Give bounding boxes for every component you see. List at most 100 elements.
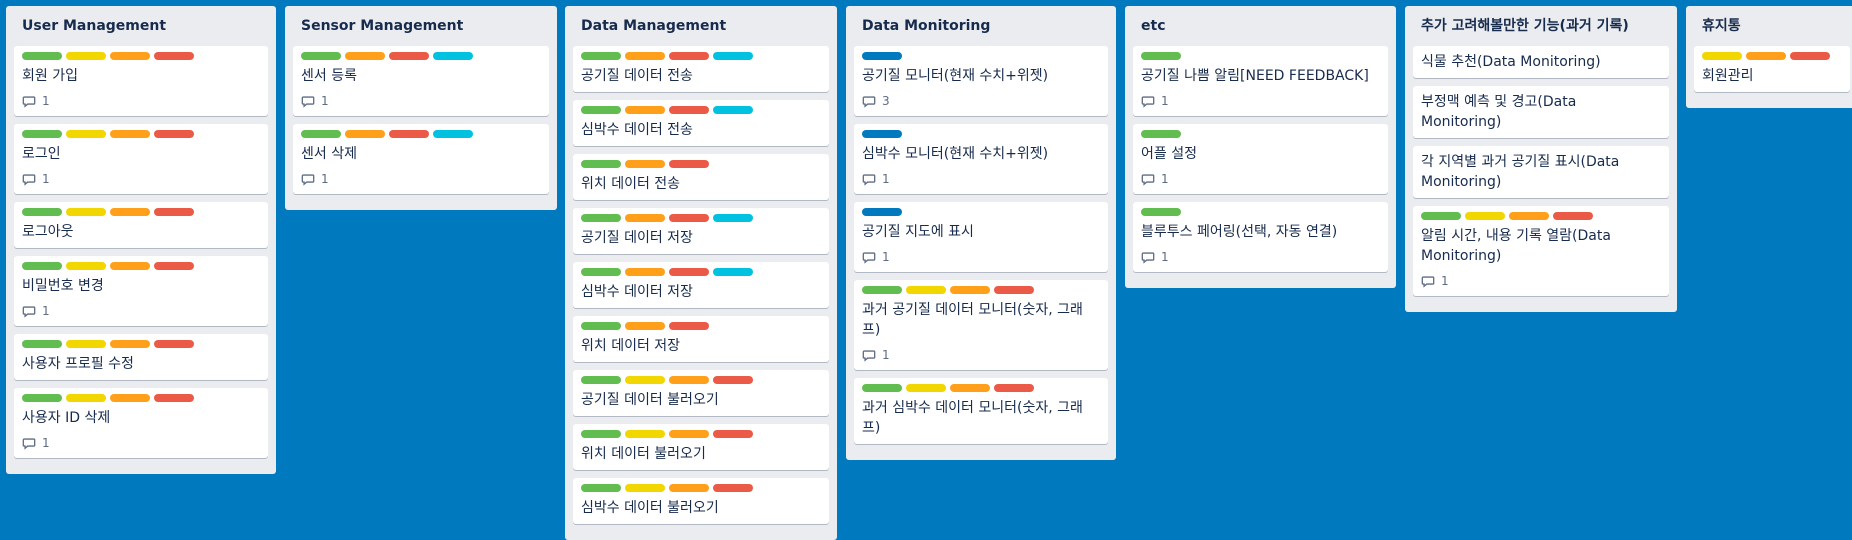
label-green: [22, 394, 62, 402]
card-badges: 1: [22, 302, 260, 320]
list-title[interactable]: Sensor Management: [293, 6, 549, 46]
comment-badge: 1: [862, 348, 890, 362]
comment-badge: 1: [1421, 274, 1449, 288]
card[interactable]: 회원관리: [1694, 46, 1850, 92]
label-orange: [110, 394, 150, 402]
label-red: [154, 262, 194, 270]
label-sky: [713, 214, 753, 222]
card[interactable]: 식물 추천(Data Monitoring): [1413, 46, 1669, 78]
card[interactable]: 로그인 1: [14, 124, 268, 194]
list-sensor-management: Sensor Management 센서 등록 1 센서 삭제 1: [285, 6, 557, 210]
label-green: [581, 484, 621, 492]
card[interactable]: 각 지역별 과거 공기질 표시(Data Monitoring): [1413, 146, 1669, 198]
card[interactable]: 비밀번호 변경 1: [14, 256, 268, 326]
card[interactable]: 센서 등록 1: [293, 46, 549, 116]
card[interactable]: 부정맥 예측 및 경고(Data Monitoring): [1413, 86, 1669, 138]
label-orange: [950, 384, 990, 392]
card-labels: [581, 214, 821, 222]
card-title: 과거 심박수 데이터 모니터(숫자, 그래프): [862, 400, 1083, 436]
label-yellow: [625, 376, 665, 384]
label-orange: [1509, 212, 1549, 220]
label-red: [994, 384, 1034, 392]
card-title: 공기질 데이터 저장: [581, 230, 693, 246]
label-red: [669, 322, 709, 330]
card-labels: [1141, 130, 1380, 138]
card-title: 회원 가입: [22, 68, 78, 84]
label-yellow: [625, 430, 665, 438]
card[interactable]: 심박수 데이터 저장: [573, 262, 829, 308]
card[interactable]: 사용자 ID 삭제 1: [14, 388, 268, 458]
card[interactable]: 공기질 데이터 전송: [573, 46, 829, 92]
label-yellow: [66, 262, 106, 270]
comment-badge: 1: [1141, 172, 1169, 186]
label-orange: [110, 340, 150, 348]
card[interactable]: 로그아웃: [14, 202, 268, 248]
label-orange: [345, 52, 385, 60]
list-title[interactable]: User Management: [14, 6, 268, 46]
comment-icon: [22, 436, 42, 450]
label-sky: [713, 268, 753, 276]
label-green: [581, 268, 621, 276]
card[interactable]: 공기질 지도에 표시 1: [854, 202, 1108, 272]
card[interactable]: 알림 시간, 내용 기록 열람(Data Monitoring) 1: [1413, 206, 1669, 296]
card-labels: [581, 430, 821, 438]
card-labels: [862, 52, 1100, 60]
comment-count: 1: [1161, 172, 1169, 186]
card[interactable]: 과거 공기질 데이터 모니터(숫자, 그래프) 1: [854, 280, 1108, 370]
card-labels: [581, 484, 821, 492]
comment-icon: [1141, 250, 1161, 264]
comment-badge: 1: [862, 172, 890, 186]
card-badges: 1: [862, 346, 1100, 364]
card[interactable]: 심박수 모니터(현재 수치+위젯) 1: [854, 124, 1108, 194]
list-title[interactable]: Data Management: [573, 6, 829, 46]
card-title: 심박수 데이터 불러오기: [581, 500, 719, 516]
label-green: [862, 286, 902, 294]
label-green: [581, 430, 621, 438]
comment-icon: [1141, 172, 1161, 186]
card[interactable]: 위치 데이터 전송: [573, 154, 829, 200]
card-labels: [22, 52, 260, 60]
card[interactable]: 센서 삭제 1: [293, 124, 549, 194]
label-red: [1553, 212, 1593, 220]
card[interactable]: 심박수 데이터 전송: [573, 100, 829, 146]
list-user-management: User Management 회원 가입 1 로그인 1 로그아웃 비밀번호 변경 1 사용자…: [6, 6, 276, 474]
card-title: 부정맥 예측 및 경고(Data Monitoring): [1421, 94, 1577, 130]
comment-count: 1: [882, 348, 890, 362]
card[interactable]: 위치 데이터 불러오기: [573, 424, 829, 470]
card-labels: [862, 384, 1100, 392]
label-blue: [862, 208, 902, 216]
card-title: 블루투스 페어링(선택, 자동 연결): [1141, 224, 1338, 240]
comment-icon: [1141, 94, 1161, 108]
comment-badge: 1: [301, 94, 329, 108]
card-title: 알림 시간, 내용 기록 열람(Data Monitoring): [1421, 228, 1611, 264]
label-red: [1790, 52, 1830, 60]
card-title: 비밀번호 변경: [22, 278, 104, 294]
label-yellow: [1465, 212, 1505, 220]
card[interactable]: 사용자 프로필 수정: [14, 334, 268, 380]
card-title: 회원관리: [1702, 68, 1754, 84]
label-orange: [345, 130, 385, 138]
card[interactable]: 회원 가입 1: [14, 46, 268, 116]
card[interactable]: 심박수 데이터 불러오기: [573, 478, 829, 524]
list-title[interactable]: 추가 고려해볼만한 기능(과거 기록): [1413, 6, 1669, 46]
card[interactable]: 공기질 데이터 불러오기: [573, 370, 829, 416]
card[interactable]: 공기질 데이터 저장: [573, 208, 829, 254]
list-title[interactable]: Data Monitoring: [854, 6, 1108, 46]
label-green: [301, 130, 341, 138]
card-labels: [581, 106, 821, 114]
card-title: 심박수 데이터 저장: [581, 284, 693, 300]
label-orange: [625, 214, 665, 222]
list-title[interactable]: etc: [1133, 6, 1388, 46]
card[interactable]: 공기질 모니터(현재 수치+위젯) 3: [854, 46, 1108, 116]
card[interactable]: 위치 데이터 저장: [573, 316, 829, 362]
card[interactable]: 공기질 나쁨 알림[NEED FEEDBACK] 1: [1133, 46, 1388, 116]
card-title: 공기질 데이터 전송: [581, 68, 693, 84]
card-badges: 1: [22, 434, 260, 452]
card[interactable]: 과거 심박수 데이터 모니터(숫자, 그래프): [854, 378, 1108, 444]
card[interactable]: 어플 설정 1: [1133, 124, 1388, 194]
card[interactable]: 블루투스 페어링(선택, 자동 연결) 1: [1133, 202, 1388, 272]
label-green: [22, 52, 62, 60]
card-badges: 1: [1141, 248, 1380, 266]
list-title[interactable]: 휴지통: [1694, 6, 1850, 46]
comment-icon: [22, 304, 42, 318]
